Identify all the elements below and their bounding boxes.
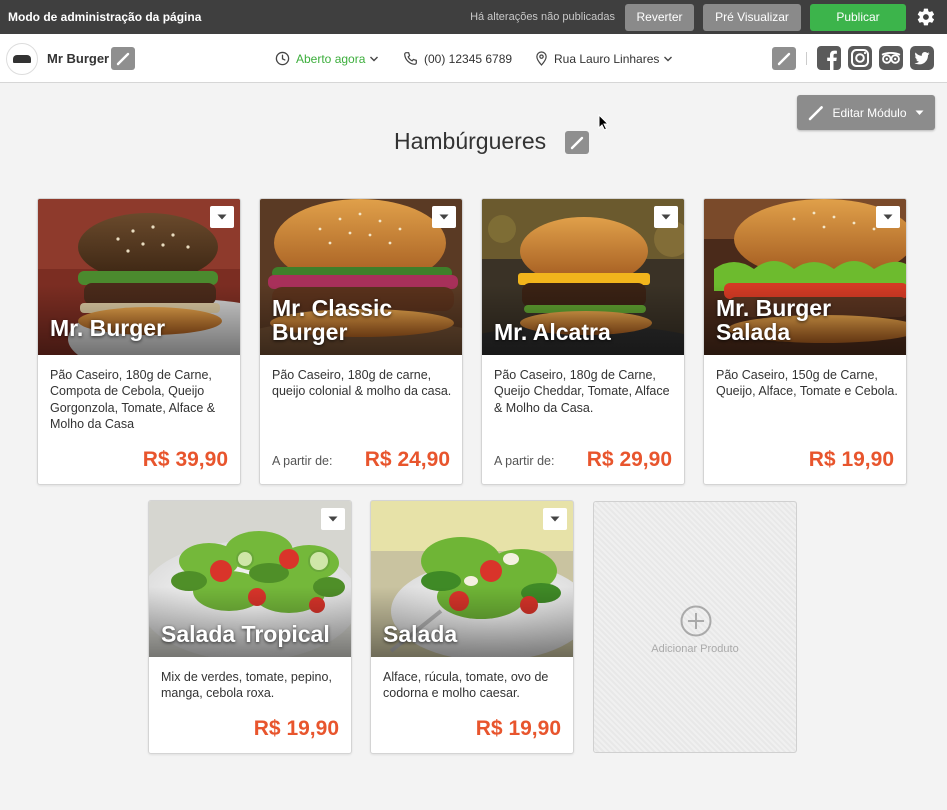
opening-hours[interactable]: Aberto agora <box>275 51 379 66</box>
facebook-icon[interactable] <box>817 46 841 70</box>
product-name: Salada Tropical <box>161 621 330 647</box>
caret-down-icon <box>883 214 893 220</box>
product-card[interactable]: Mr. Burger Pão Caseiro, 180g de Carne, C… <box>37 198 241 485</box>
caret-down-icon <box>550 516 560 522</box>
restaurant-logo[interactable] <box>6 43 38 75</box>
product-card[interactable]: Salada Tropical Mix de verdes, tomate, p… <box>148 500 352 754</box>
caret-down-icon <box>217 214 227 220</box>
admin-mode-title: Modo de administração da página <box>8 10 202 24</box>
product-price: R$ 19,90 <box>475 717 561 740</box>
product-price: R$ 24,90 <box>364 448 450 471</box>
phone-info[interactable]: (00) 12345 6789 <box>403 51 512 66</box>
instagram-icon[interactable] <box>848 46 872 70</box>
product-menu-button[interactable] <box>210 206 234 228</box>
product-name: Mr. Alcatra <box>494 319 611 345</box>
pencil-icon <box>777 52 791 65</box>
product-menu-button[interactable] <box>543 508 567 530</box>
product-name: Mr. Burger Salada <box>716 295 832 345</box>
section-title: Hambúrgueres <box>394 128 547 154</box>
location-pin-icon <box>536 51 547 66</box>
phone-number: (00) 12345 6789 <box>424 51 513 66</box>
clock-icon <box>275 51 290 66</box>
product-card[interactable]: Salada Alface, rúcula, tomate, ovo de co… <box>370 500 574 754</box>
caret-down-icon <box>439 214 449 220</box>
unpublished-status: Há alterações não publicadas <box>470 11 615 23</box>
pencil-icon <box>809 105 824 120</box>
price-from-label: A partir de: <box>494 454 555 468</box>
edit-module-button[interactable]: Editar Módulo <box>797 95 935 130</box>
add-product-label: Adicionar Produto <box>651 643 739 655</box>
pencil-icon <box>116 52 130 65</box>
plus-circle-icon <box>680 605 712 637</box>
gear-icon[interactable] <box>915 6 937 28</box>
product-price: R$ 19,90 <box>253 717 339 740</box>
phone-icon <box>404 52 417 65</box>
product-card[interactable]: Mr. Burger Salada Pão Caseiro, 150g de C… <box>703 198 907 485</box>
publish-button[interactable]: Publicar <box>810 3 906 31</box>
admin-bar: Modo de administração da página Há alter… <box>0 0 947 34</box>
tripadvisor-icon[interactable] <box>879 46 903 70</box>
revert-button[interactable]: Reverter <box>625 3 694 31</box>
chevron-down-icon <box>370 56 379 61</box>
product-description: Pão Caseiro, 150g de Carne, Queijo, Alfa… <box>716 368 898 399</box>
product-price: R$ 29,90 <box>586 448 672 471</box>
chevron-down-icon <box>664 56 673 61</box>
product-description: Mix de verdes, tomate, pepino, manga, ce… <box>161 670 332 701</box>
product-name: Salada <box>383 621 458 647</box>
address-info[interactable]: Rua Lauro Linhares <box>535 51 673 66</box>
admin-actions: Há alterações não publicadas Reverter Pr… <box>470 0 947 34</box>
add-product-card[interactable]: Adicionar Produto <box>593 501 797 753</box>
address-text: Rua Lauro Linhares <box>554 51 660 66</box>
edit-brand-button[interactable] <box>111 47 135 70</box>
product-card[interactable]: Mr. Alcatra Pão Caseiro, 180g de Carne, … <box>481 198 685 485</box>
brand-name: Mr Burger <box>47 51 110 66</box>
caret-down-icon <box>328 516 338 522</box>
product-name: Mr. Classic Burger <box>272 295 393 345</box>
product-card[interactable]: Mr. Classic Burger Pão Caseiro, 180g de … <box>259 198 463 485</box>
product-name: Mr. Burger <box>50 315 166 341</box>
product-menu-button[interactable] <box>321 508 345 530</box>
edit-section-title-button[interactable] <box>565 131 589 154</box>
product-menu-button[interactable] <box>654 206 678 228</box>
site-header: Mr Burger Aberto agora (00) 12345 6789 R… <box>0 34 947 83</box>
product-price: R$ 39,90 <box>142 448 228 471</box>
divider <box>806 52 807 65</box>
open-now-label: Aberto agora <box>296 51 366 66</box>
caret-down-icon <box>661 214 671 220</box>
mouse-cursor-icon <box>598 114 609 131</box>
preview-button[interactable]: Pré Visualizar <box>703 3 801 31</box>
twitter-icon[interactable] <box>910 46 934 70</box>
caret-down-icon <box>915 110 924 115</box>
product-description: Pão Caseiro, 180g de Carne, Queijo Chedd… <box>494 368 670 415</box>
product-menu-button[interactable] <box>432 206 456 228</box>
product-description: Pão Caseiro, 180g de carne, queijo colon… <box>272 368 452 399</box>
product-description: Pão Caseiro, 180g de Carne, Compota de C… <box>50 368 216 431</box>
edit-social-button[interactable] <box>772 47 796 70</box>
burger-logo-icon <box>13 55 31 63</box>
product-menu-button[interactable] <box>876 206 900 228</box>
edit-module-label: Editar Módulo <box>832 105 907 120</box>
product-price: R$ 19,90 <box>808 448 894 471</box>
pencil-icon <box>570 136 584 149</box>
product-description: Alface, rúcula, tomate, ovo de codorna e… <box>383 670 549 701</box>
price-from-label: A partir de: <box>272 454 333 468</box>
